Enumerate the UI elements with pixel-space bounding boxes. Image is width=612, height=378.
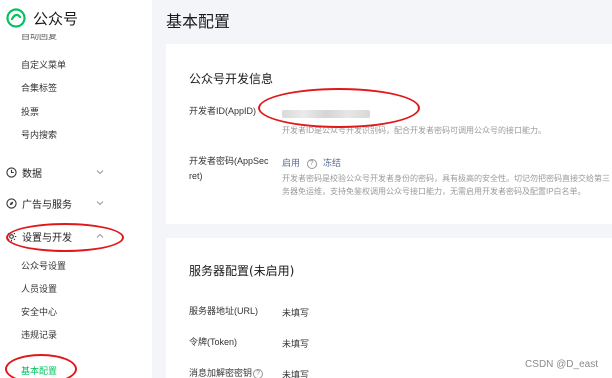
sidebar-item-custom-menu[interactable]: 自定义菜单 <box>21 58 66 71</box>
developer-info-card: 公众号开发信息 开发者ID(AppID) 开发者ID是公众号开发识别码，配合开发… <box>166 44 612 224</box>
logo[interactable]: 公众号 <box>6 6 78 30</box>
sidebar-item-in-account-search[interactable]: 号内搜索 <box>21 128 57 141</box>
sidebar-item-collection-tags[interactable]: 合集标签 <box>21 81 57 94</box>
appid-description: 开发者ID是公众号开发识别码，配合开发者密码可调用公众号的接口能力。 <box>282 126 546 135</box>
wechat-mp-logo-icon <box>6 8 26 28</box>
server-url-label: 服务器地址(URL) <box>189 306 258 316</box>
sidebar-group-label: 数据 <box>22 168 42 180</box>
sidebar-item-basic-config[interactable]: 基本配置 <box>21 364 57 377</box>
chevron-down-icon <box>96 170 104 175</box>
sidebar-group-settings-dev[interactable]: 设置与开发 <box>6 228 110 244</box>
sidebar: 公众号 自动回复 自定义菜单 合集标签 投票 号内搜索 数据 广告与服务 设置与… <box>0 0 152 378</box>
chevron-up-icon <box>96 233 104 238</box>
sidebar-group-data[interactable]: 数据 <box>6 164 110 180</box>
brand-name: 公众号 <box>33 9 79 28</box>
sidebar-item-vote[interactable]: 投票 <box>21 105 39 118</box>
server-config-title: 服务器配置(未启用) <box>189 264 295 278</box>
compass-icon <box>6 197 17 209</box>
token-label: 令牌(Token) <box>189 337 238 347</box>
appsecret-description-line1: 开发者密码是校验公众号开发者身份的密码，具有极高的安全性。切记勿把密码直接交给第… <box>282 174 610 183</box>
help-icon[interactable]: ? <box>306 158 317 169</box>
appid-label: 开发者ID(AppID) <box>189 106 257 116</box>
appsecret-enable-link[interactable]: 启用 <box>282 158 300 168</box>
developer-info-title: 公众号开发信息 <box>189 72 274 86</box>
gear-icon <box>6 231 17 241</box>
server-config-card: 服务器配置(未启用) 服务器地址(URL) 未填写 令牌(Token) 未填写 … <box>166 238 612 378</box>
sidebar-item-staff-settings[interactable]: 人员设置 <box>21 282 57 295</box>
clock-icon <box>6 166 17 178</box>
sidebar-item-violation-records[interactable]: 违规记录 <box>21 328 57 341</box>
token-value: 未填写 <box>282 339 310 349</box>
appsecret-freeze-link[interactable]: 冻结 <box>323 158 341 168</box>
encoding-key-label: 消息加解密密钥? <box>189 366 267 378</box>
appsecret-label-line1: 开发者密码(AppSec <box>189 156 269 166</box>
server-url-value: 未填写 <box>282 308 310 318</box>
encoding-key-value: 未填写 <box>282 370 310 378</box>
chevron-down-icon <box>96 201 104 206</box>
sidebar-item-account-settings[interactable]: 公众号设置 <box>21 259 66 272</box>
appsecret-description-line2: 务器免运维，支持免鉴权调用公众号接口能力，无需启用开发者密码及配置IP白名单。 <box>282 187 586 196</box>
appsecret-label: 开发者密码(AppSec ret) <box>189 154 269 184</box>
appsecret-controls: 启用 ? 冻结 <box>282 156 341 169</box>
help-icon[interactable]: ? <box>253 368 264 378</box>
sidebar-group-ads-services[interactable]: 广告与服务 <box>6 195 110 211</box>
encoding-key-label-text: 消息加解密密钥 <box>189 368 253 378</box>
appsecret-label-line2: ret) <box>189 171 203 181</box>
sidebar-item-auto-reply[interactable]: 自动回复 <box>21 34 57 42</box>
page-title: 基本配置 <box>166 12 231 31</box>
sidebar-item-security-center[interactable]: 安全中心 <box>21 305 57 318</box>
csdn-watermark: CSDN @D_east <box>525 359 598 370</box>
sidebar-group-label: 广告与服务 <box>22 199 72 211</box>
sidebar-group-label: 设置与开发 <box>22 232 72 244</box>
appid-value-redacted <box>282 110 370 118</box>
